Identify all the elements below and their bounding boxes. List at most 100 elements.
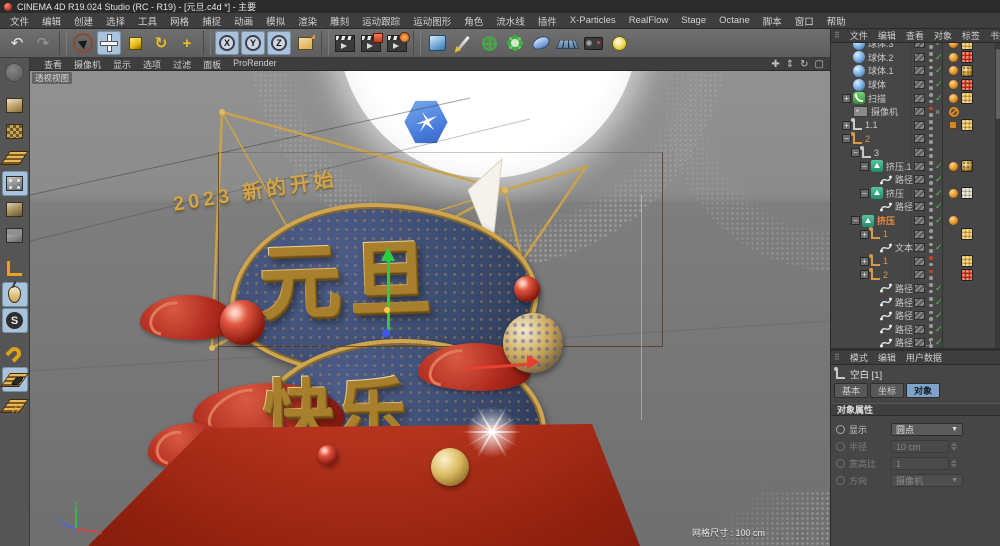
points-mode-icon[interactable] bbox=[2, 171, 28, 196]
visibility-dots[interactable] bbox=[929, 338, 933, 348]
menu-item[interactable]: 选择 bbox=[106, 14, 125, 28]
material-tag[interactable] bbox=[961, 255, 973, 267]
visibility-dots[interactable] bbox=[929, 202, 933, 212]
layer-square[interactable] bbox=[914, 148, 925, 157]
menu-item[interactable]: 插件 bbox=[538, 14, 557, 28]
section-header[interactable]: 对象属性 bbox=[831, 403, 1000, 416]
enabled-check-icon[interactable]: ✓ bbox=[935, 174, 943, 185]
layer-square[interactable] bbox=[914, 202, 925, 211]
visibility-dots[interactable] bbox=[929, 324, 933, 334]
menu-item[interactable]: 用户数据 bbox=[906, 351, 942, 364]
enabled-check-icon[interactable]: ✓ bbox=[935, 201, 943, 212]
dropdown[interactable]: 摄像机▼ bbox=[891, 474, 963, 487]
pen-spline-icon[interactable] bbox=[451, 31, 475, 55]
object-row[interactable]: −挤压✓ bbox=[831, 214, 1000, 228]
move-tool-icon[interactable] bbox=[97, 31, 121, 55]
visibility-dots[interactable] bbox=[929, 93, 933, 103]
expander-icon[interactable]: − bbox=[860, 189, 869, 198]
rotate-tool-icon[interactable]: ↻ bbox=[149, 31, 173, 55]
lock-z-axis-icon[interactable]: Z bbox=[267, 31, 291, 55]
object-row[interactable]: 球体.2✓ bbox=[831, 51, 1000, 65]
material-tag[interactable] bbox=[961, 43, 973, 50]
floor-object-icon[interactable] bbox=[555, 31, 579, 55]
object-row[interactable]: 路径 92✓ bbox=[831, 295, 1000, 309]
material-tag[interactable] bbox=[961, 51, 973, 63]
layer-square[interactable] bbox=[914, 230, 925, 239]
enabled-check-icon[interactable]: ✓ bbox=[935, 337, 943, 348]
enabled-check-icon[interactable]: ✓ bbox=[935, 79, 943, 90]
expander-icon[interactable]: + bbox=[842, 121, 851, 130]
anim-toggle-icon[interactable] bbox=[836, 442, 845, 451]
enabled-check-icon[interactable]: ✓ bbox=[935, 93, 943, 104]
phong-tag-icon[interactable] bbox=[949, 162, 958, 171]
menu-item[interactable]: 雕刻 bbox=[330, 14, 349, 28]
tab-坐标[interactable]: 坐标 bbox=[870, 383, 904, 398]
menu-item[interactable]: 窗口 bbox=[795, 14, 814, 28]
menu-item[interactable]: 书签 bbox=[990, 29, 1000, 42]
y-axis-arrowhead[interactable] bbox=[381, 247, 395, 261]
mograph-generators-icon[interactable] bbox=[503, 31, 527, 55]
visibility-dots[interactable] bbox=[929, 52, 933, 62]
layer-square[interactable] bbox=[914, 66, 925, 75]
zoom-view-icon[interactable]: ⇕ bbox=[786, 59, 794, 70]
menu-item[interactable]: 工具 bbox=[138, 14, 157, 28]
menu-item[interactable]: Octane bbox=[719, 15, 750, 26]
snap-magnet-icon[interactable] bbox=[2, 341, 28, 366]
pan-view-icon[interactable]: ✚ bbox=[771, 59, 779, 70]
number-field[interactable]: 1 bbox=[891, 457, 949, 470]
expander-icon[interactable]: − bbox=[860, 162, 869, 171]
scrollbar[interactable] bbox=[995, 43, 1000, 348]
phong-tag-icon[interactable] bbox=[949, 66, 958, 75]
layer-square[interactable] bbox=[914, 243, 925, 252]
tab-基本[interactable]: 基本 bbox=[834, 383, 868, 398]
subdivision-surface-icon[interactable] bbox=[477, 31, 501, 55]
visibility-dots[interactable] bbox=[929, 256, 933, 266]
visibility-dots[interactable] bbox=[929, 229, 933, 239]
enabled-check-icon[interactable]: ✓ bbox=[935, 65, 943, 76]
menu-item[interactable]: 面板 bbox=[203, 58, 221, 71]
anim-toggle-icon[interactable] bbox=[836, 425, 845, 434]
viewport-canvas[interactable]: 2023 新的开始 元旦 快乐 bbox=[30, 71, 830, 546]
visibility-dots[interactable] bbox=[929, 297, 933, 307]
menu-item[interactable]: 选项 bbox=[143, 58, 161, 71]
material-tag[interactable] bbox=[961, 160, 973, 172]
texture-mode-icon[interactable] bbox=[2, 119, 28, 144]
rotate-view-icon[interactable]: ↻ bbox=[800, 59, 808, 70]
menu-item[interactable]: 动画 bbox=[234, 14, 253, 28]
material-tag[interactable] bbox=[961, 228, 973, 240]
object-row[interactable]: 球体.3✓ bbox=[831, 43, 1000, 51]
expander-icon[interactable]: − bbox=[851, 148, 860, 157]
menu-item[interactable]: 运动跟踪 bbox=[362, 14, 400, 28]
edges-mode-icon[interactable] bbox=[2, 197, 28, 222]
enabled-check-icon[interactable]: ✓ bbox=[935, 43, 943, 49]
scale-tool-icon[interactable] bbox=[123, 31, 147, 55]
menu-item[interactable]: 对象 bbox=[934, 29, 952, 42]
undo-icon[interactable]: ↶ bbox=[5, 31, 29, 55]
object-row[interactable]: 路径 78✓ bbox=[831, 200, 1000, 214]
menu-item[interactable]: Stage bbox=[681, 15, 706, 26]
render-picture-viewer-icon[interactable] bbox=[359, 31, 383, 55]
make-editable-icon[interactable] bbox=[2, 60, 28, 85]
menu-item[interactable]: ProRender bbox=[233, 58, 277, 71]
menu-item[interactable]: 摄像机 bbox=[74, 58, 101, 71]
workplane-mode-icon[interactable] bbox=[2, 145, 28, 170]
enabled-check-icon[interactable]: ✓ bbox=[935, 310, 943, 321]
enabled-check-icon[interactable]: ✓ bbox=[935, 52, 943, 63]
layer-square[interactable] bbox=[914, 121, 925, 130]
panel-handle-icon[interactable]: ⠿ bbox=[834, 353, 840, 362]
visibility-dots[interactable] bbox=[929, 66, 933, 76]
visibility-dots[interactable] bbox=[929, 161, 933, 171]
anim-toggle-icon[interactable] bbox=[836, 459, 845, 468]
menu-item[interactable]: 编辑 bbox=[42, 14, 61, 28]
material-tag[interactable] bbox=[961, 92, 973, 104]
visibility-dots[interactable] bbox=[929, 243, 933, 253]
menu-item[interactable]: 运动图形 bbox=[413, 14, 451, 28]
layer-square[interactable] bbox=[914, 216, 925, 225]
layer-square[interactable] bbox=[914, 162, 925, 171]
expander-icon[interactable]: + bbox=[860, 270, 869, 279]
y-axis-handle[interactable] bbox=[387, 259, 390, 331]
anim-toggle-icon[interactable] bbox=[836, 476, 845, 485]
layer-square[interactable] bbox=[914, 298, 925, 307]
phong-tag-icon[interactable] bbox=[949, 53, 958, 62]
object-row[interactable]: +1.1 bbox=[831, 119, 1000, 133]
